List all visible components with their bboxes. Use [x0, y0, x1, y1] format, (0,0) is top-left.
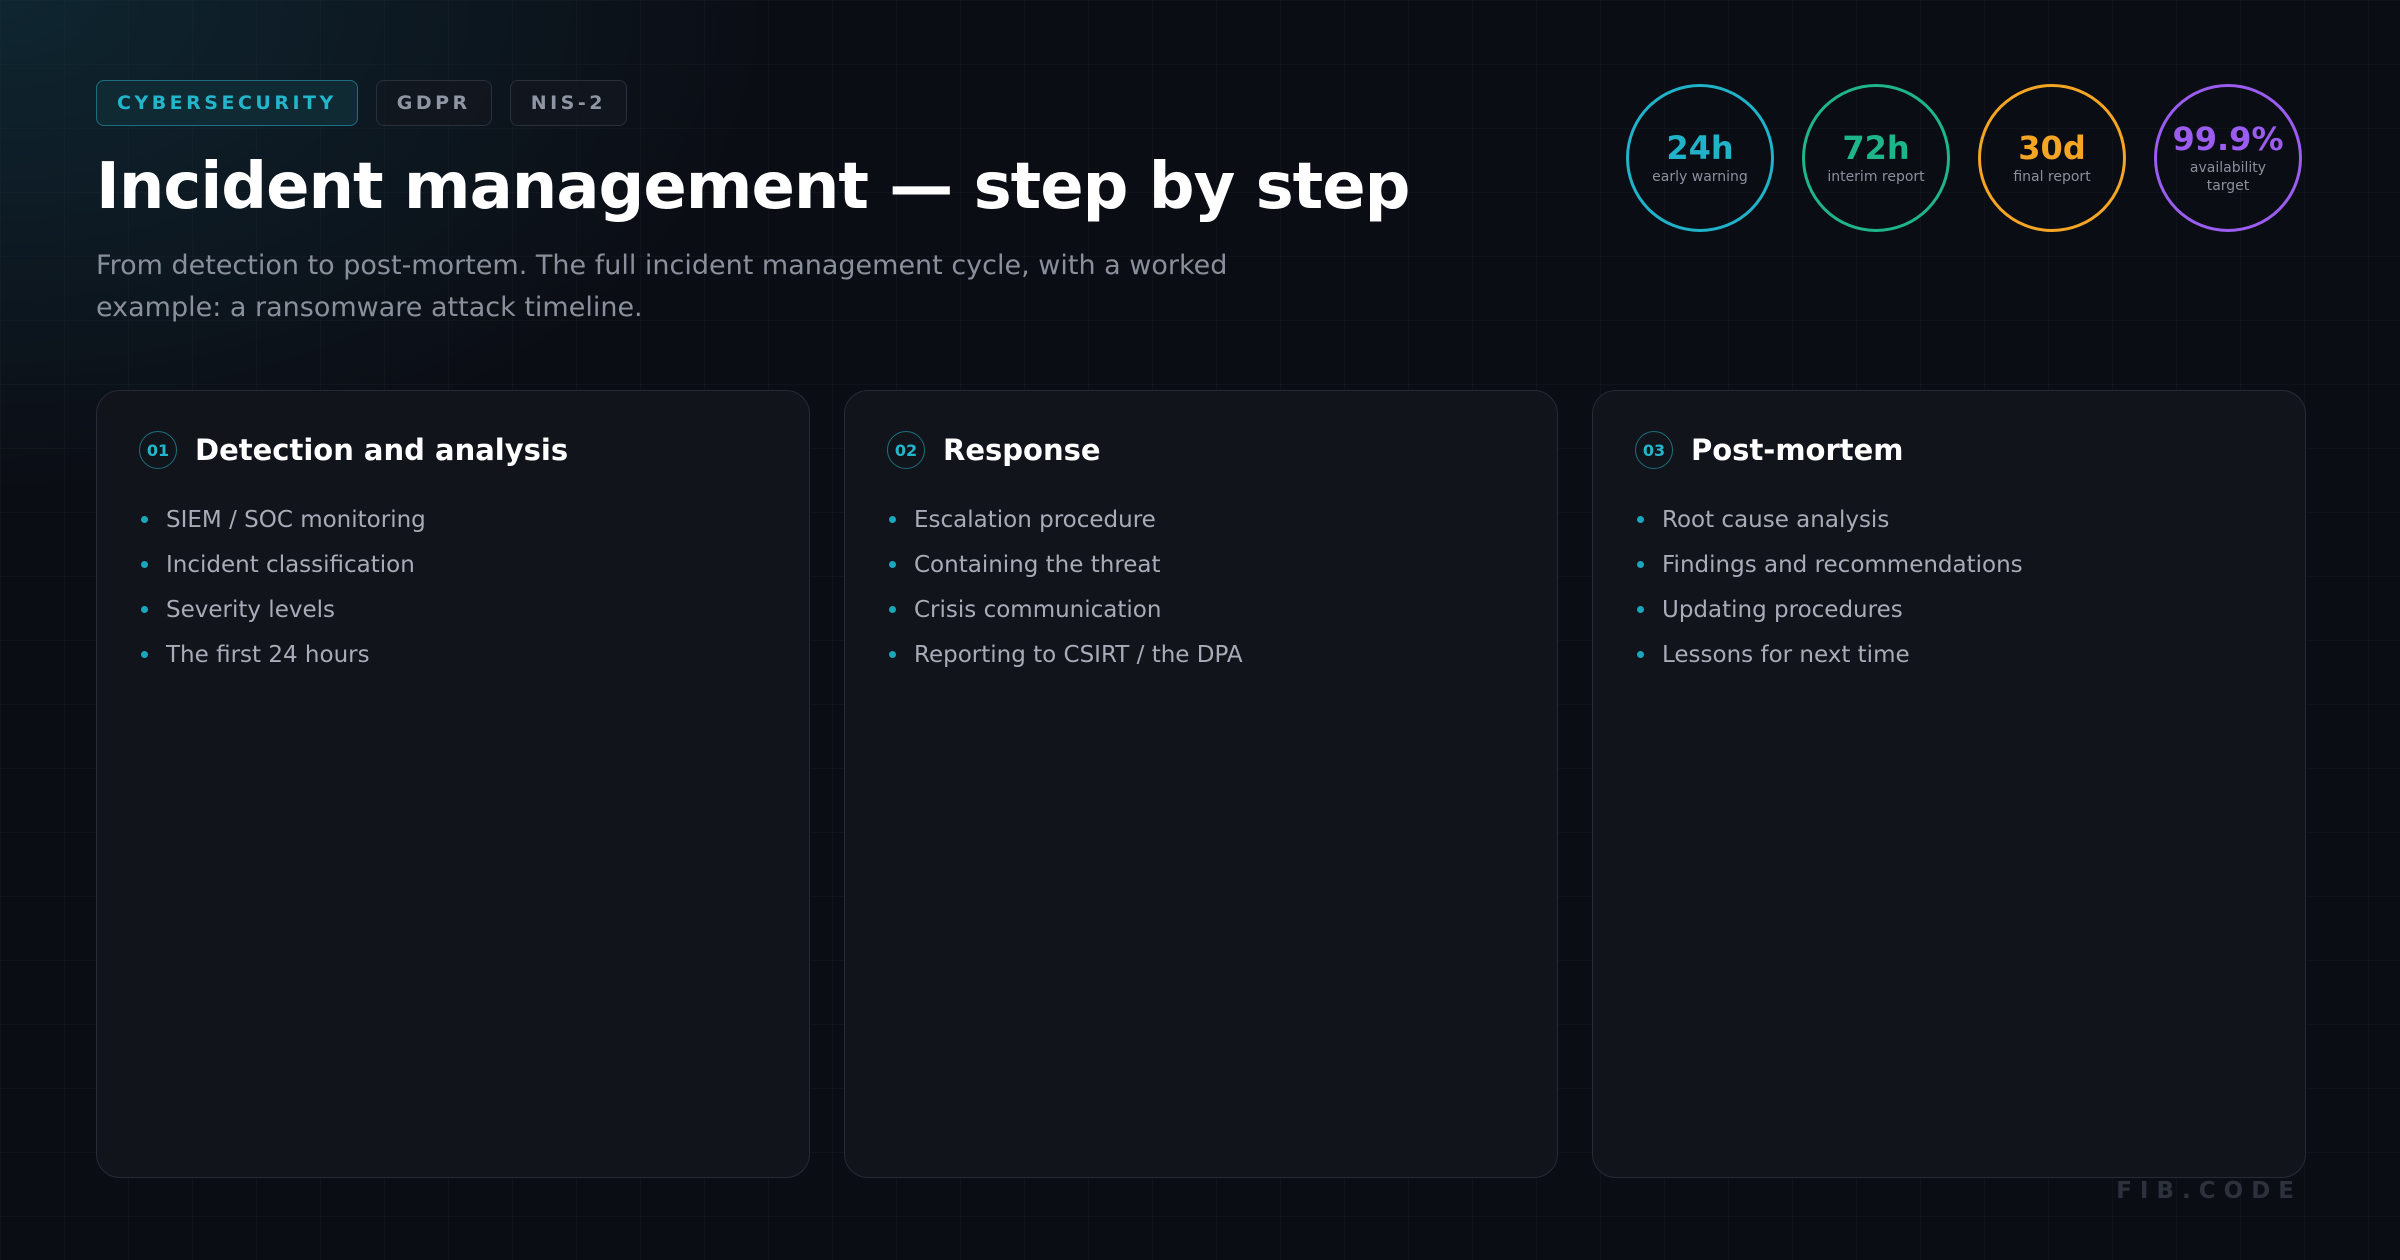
bullet-dot-icon [141, 651, 148, 658]
list-item-label: SIEM / SOC monitoring [166, 506, 426, 533]
page-subtitle: From detection to post-mortem. The full … [96, 250, 1228, 323]
stat-interim-report: 72h interim report [1802, 84, 1950, 232]
list-item-label: Lessons for next time [1662, 641, 1910, 668]
card-response: 02 Response Escalation procedure Contain… [844, 390, 1558, 1178]
bullet-dot-icon [1637, 561, 1644, 568]
card-item-list: SIEM / SOC monitoring Incident classific… [139, 497, 809, 677]
bullet-dot-icon [1637, 516, 1644, 523]
bullet-dot-icon [889, 606, 896, 613]
stat-availability-target: 99.9% availability target [2154, 84, 2302, 232]
list-item: Lessons for next time [1635, 632, 2305, 677]
stat-value: 72h [1842, 129, 1910, 167]
list-item: SIEM / SOC monitoring [139, 497, 809, 542]
step-number-badge: 02 [887, 431, 925, 469]
card-detection: 01 Detection and analysis SIEM / SOC mon… [96, 390, 810, 1178]
page-title: Incident management — step by step [96, 150, 1410, 224]
step-number-badge: 03 [1635, 431, 1673, 469]
stat-label: final report [2013, 169, 2091, 185]
tag-gdpr[interactable]: GDPR [375, 80, 492, 126]
card-title: Post-mortem [1691, 433, 1904, 467]
stat-label: interim report [1827, 169, 1925, 185]
list-item: Incident classification [139, 542, 809, 587]
deadline-stats: 24h early warning 72h interim report 30d… [1626, 84, 2302, 232]
bullet-dot-icon [889, 561, 896, 568]
bullet-dot-icon [1637, 606, 1644, 613]
tag-list: CYBERSECURITY GDPR NIS-2 [96, 80, 627, 126]
card-header: 03 Post-mortem [1635, 431, 2305, 469]
stat-label: early warning [1652, 169, 1748, 185]
list-item-label: Root cause analysis [1662, 506, 1890, 533]
list-item: Severity levels [139, 587, 809, 632]
bullet-dot-icon [141, 606, 148, 613]
list-item-label: Severity levels [166, 596, 335, 623]
list-item: Containing the threat [887, 542, 1557, 587]
brand-logo: FIB.CODE [2116, 1178, 2302, 1204]
card-item-list: Escalation procedure Containing the thre… [887, 497, 1557, 677]
list-item: Findings and recommendations [1635, 542, 2305, 587]
tag-cybersecurity[interactable]: CYBERSECURITY [96, 80, 358, 126]
stat-label: availability target [2189, 160, 2267, 194]
list-item-label: Findings and recommendations [1662, 551, 2023, 578]
list-item-label: The first 24 hours [166, 641, 370, 668]
bullet-dot-icon [141, 516, 148, 523]
stat-early-warning: 24h early warning [1626, 84, 1774, 232]
list-item: Escalation procedure [887, 497, 1557, 542]
card-header: 01 Detection and analysis [139, 431, 809, 469]
card-post-mortem: 03 Post-mortem Root cause analysis Findi… [1592, 390, 2306, 1178]
bullet-dot-icon [889, 516, 896, 523]
stat-value: 24h [1666, 129, 1734, 167]
card-header: 02 Response [887, 431, 1557, 469]
list-item: Root cause analysis [1635, 497, 2305, 542]
bullet-dot-icon [141, 561, 148, 568]
phase-cards: 01 Detection and analysis SIEM / SOC mon… [96, 390, 2306, 1178]
list-item: Crisis communication [887, 587, 1557, 632]
list-item-label: Containing the threat [914, 551, 1161, 578]
stat-final-report: 30d final report [1978, 84, 2126, 232]
list-item: Reporting to CSIRT / the DPA [887, 632, 1557, 677]
bullet-dot-icon [1637, 651, 1644, 658]
card-title: Response [943, 433, 1101, 467]
list-item-label: Incident classification [166, 551, 415, 578]
list-item: Updating procedures [1635, 587, 2305, 632]
stat-value: 30d [2018, 129, 2086, 167]
card-item-list: Root cause analysis Findings and recomme… [1635, 497, 2305, 677]
stat-value: 99.9% [2172, 120, 2284, 158]
list-item-label: Escalation procedure [914, 506, 1156, 533]
card-title: Detection and analysis [195, 433, 569, 467]
tag-nis2[interactable]: NIS-2 [509, 80, 627, 126]
list-item-label: Updating procedures [1662, 596, 1903, 623]
step-number-badge: 01 [139, 431, 177, 469]
list-item: The first 24 hours [139, 632, 809, 677]
list-item-label: Reporting to CSIRT / the DPA [914, 641, 1243, 668]
list-item-label: Crisis communication [914, 596, 1162, 623]
bullet-dot-icon [889, 651, 896, 658]
